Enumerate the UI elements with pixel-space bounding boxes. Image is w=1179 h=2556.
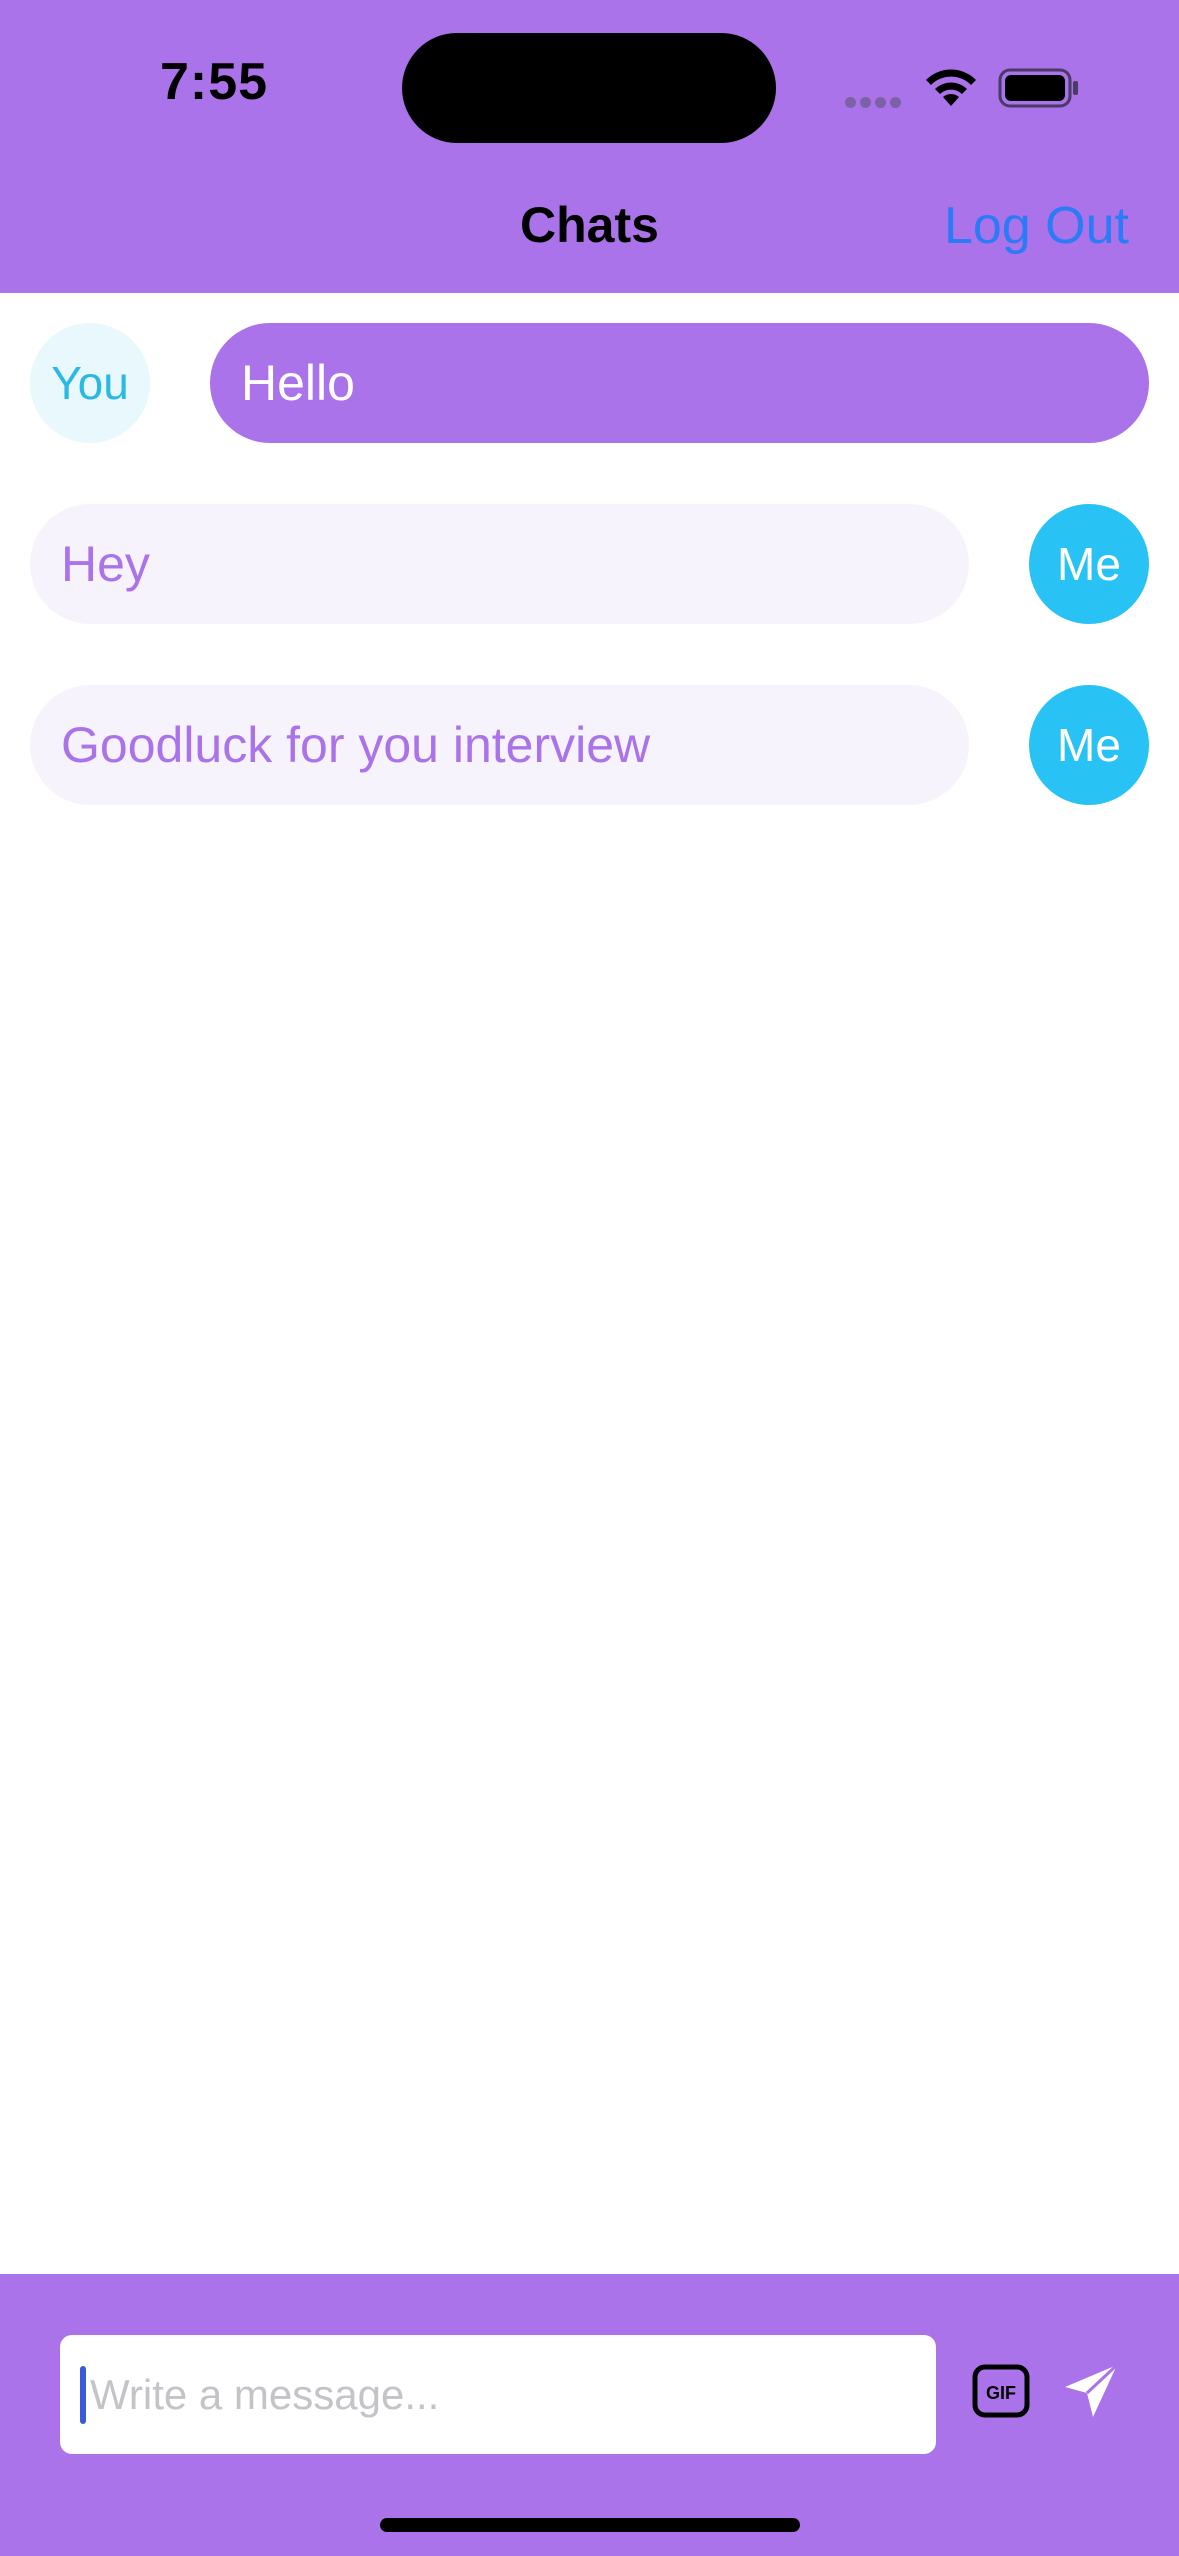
wifi-icon (926, 69, 976, 106)
message-bubble-outgoing: Hey (30, 504, 969, 624)
avatar-me: Me (1029, 504, 1149, 624)
avatar-me: Me (1029, 685, 1149, 805)
battery-icon (998, 68, 1078, 108)
home-indicator (380, 2518, 800, 2532)
avatar-you: You (30, 323, 150, 443)
logout-button[interactable]: Log Out (944, 196, 1129, 256)
send-icon[interactable] (1063, 2363, 1119, 2419)
message-bubble-incoming: Hello (210, 323, 1149, 443)
cellular-signal-icon (845, 95, 905, 108)
gif-icon[interactable]: GIF (971, 2361, 1031, 2421)
message-bubble-outgoing: Goodluck for you interview (30, 685, 969, 805)
svg-text:GIF: GIF (986, 2383, 1016, 2403)
message-input-field[interactable] (60, 2335, 936, 2454)
text-cursor (80, 2365, 86, 2424)
message-input[interactable] (88, 2369, 892, 2420)
dynamic-island (402, 33, 776, 143)
status-time: 7:55 (160, 53, 269, 111)
top-bar: 7:55 Chats Log Out (0, 0, 1179, 293)
